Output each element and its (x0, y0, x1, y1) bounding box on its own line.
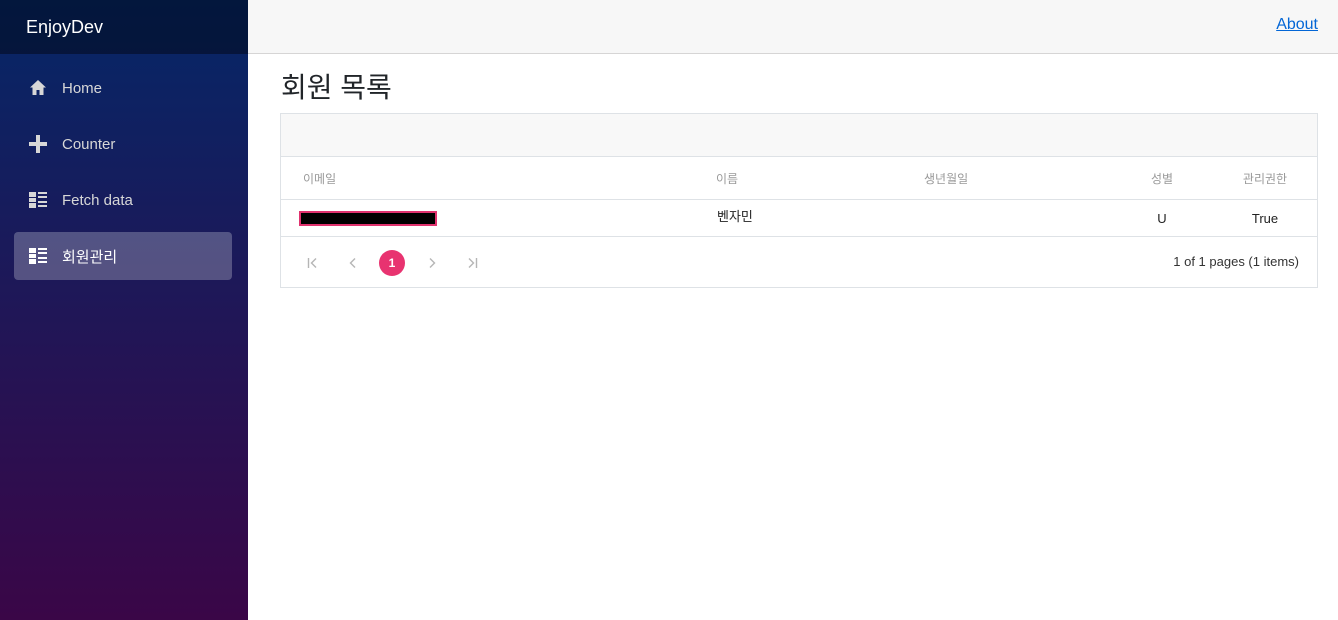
first-page-button[interactable] (300, 250, 326, 276)
member-grid: 이메일 이름 생년월일 성별 관리권한 벤자민 U True 1 1 of 1 … (280, 113, 1318, 288)
redacted-email (299, 210, 437, 226)
home-icon (28, 78, 48, 98)
current-page-button[interactable]: 1 (379, 250, 405, 276)
name-cell: 벤자민 (717, 208, 753, 224)
column-header-gender[interactable]: 성별 (1149, 157, 1175, 199)
sidebar: EnjoyDev Home Counter Fetch data 회원관리 (0, 0, 248, 620)
last-page-icon (468, 258, 478, 268)
pager-summary: 1 of 1 pages (1 items) (1173, 254, 1299, 269)
last-page-button[interactable] (459, 250, 485, 276)
admin-cell: True (1251, 210, 1279, 226)
sidebar-item-label: Counter (62, 135, 116, 153)
email-cell (299, 200, 437, 236)
brand-title[interactable]: EnjoyDev (26, 17, 103, 38)
sidebar-item-label: Home (62, 79, 103, 97)
grid-header-row: 이메일 이름 생년월일 성별 관리권한 (281, 157, 1317, 200)
top-bar: About (248, 0, 1338, 54)
sidebar-item-home[interactable]: Home (14, 64, 232, 112)
column-header-name[interactable]: 이름 (716, 157, 738, 199)
plus-icon (28, 134, 48, 154)
sidebar-item-label: 회원관리 (62, 248, 118, 266)
pager: 1 1 of 1 pages (1 items) (281, 237, 1317, 287)
sidebar-item-fetch-data[interactable]: Fetch data (14, 176, 232, 224)
sidebar-item-member-management[interactable]: 회원관리 (14, 232, 232, 280)
sidebar-item-counter[interactable]: Counter (14, 120, 232, 168)
chevron-right-icon (429, 258, 436, 268)
next-page-button[interactable] (419, 250, 445, 276)
list-icon (28, 190, 48, 210)
gender-cell: U (1157, 210, 1167, 226)
column-header-birthdate[interactable]: 생년월일 (924, 157, 968, 199)
first-page-icon (307, 258, 317, 268)
brand-bar: EnjoyDev (0, 0, 248, 54)
about-link[interactable]: About (1276, 16, 1318, 34)
previous-page-button[interactable] (340, 250, 366, 276)
list-icon (28, 246, 48, 266)
sidebar-item-label: Fetch data (62, 191, 133, 209)
table-row[interactable]: 벤자민 U True (281, 200, 1317, 237)
column-header-admin[interactable]: 관리권한 (1235, 157, 1295, 199)
chevron-left-icon (349, 258, 356, 268)
grid-toolbar (281, 114, 1317, 157)
column-header-email[interactable]: 이메일 (303, 157, 336, 199)
nav-menu: Home Counter Fetch data 회원관리 (0, 54, 248, 280)
page-title: 회원 목록 (281, 72, 392, 103)
